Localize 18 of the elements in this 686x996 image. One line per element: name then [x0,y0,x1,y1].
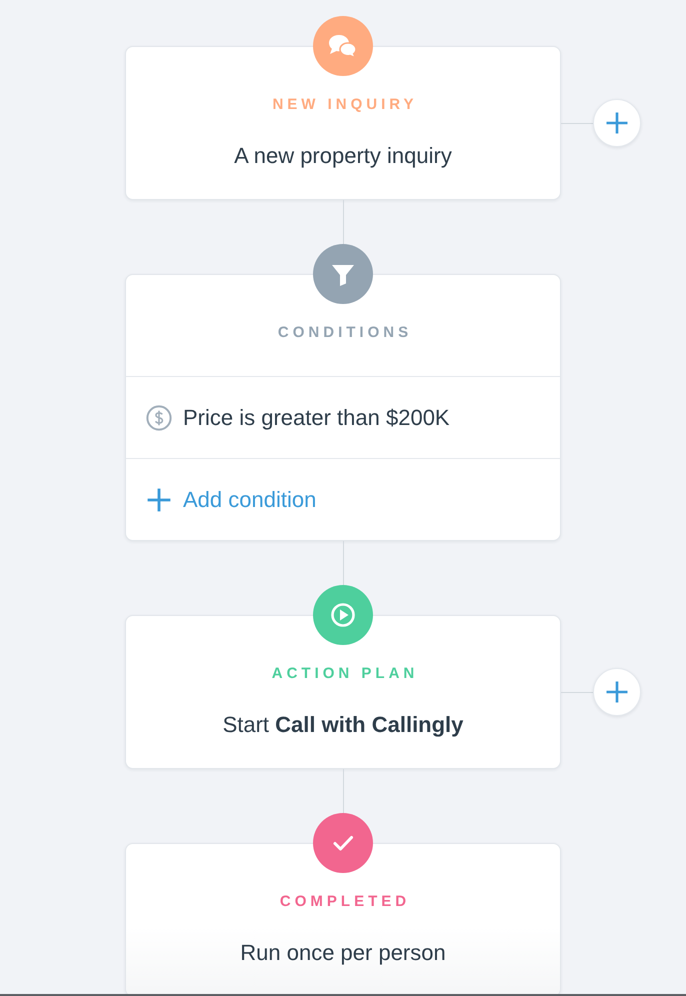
condition-text: Price is greater than $200K [183,404,450,432]
step-title: COMPLETED [278,892,410,912]
add-step-button[interactable] [593,99,641,147]
plus-icon [605,111,629,135]
dollar-icon [146,404,172,430]
add-step-button[interactable] [593,668,641,716]
step-title: NEW INQUIRY [271,95,418,115]
step-card[interactable]: ACTION PLAN Start Call with Callingly [125,615,561,769]
step-title: CONDITIONS [276,323,412,343]
step-card[interactable]: CONDITIONS Price is greater than $200K Add condition [125,274,561,541]
plus-icon [146,486,172,512]
step-title: ACTION PLAN [270,664,418,684]
step-description: A new property inquiry [234,142,452,170]
plus-icon [605,680,629,704]
step-card[interactable]: NEW INQUIRY A new property inquiry [125,46,561,200]
step-description: Run once per person [240,939,446,967]
step-description: Start Call with Callingly [222,711,464,739]
step-card[interactable]: COMPLETED Run once per person [125,843,561,994]
